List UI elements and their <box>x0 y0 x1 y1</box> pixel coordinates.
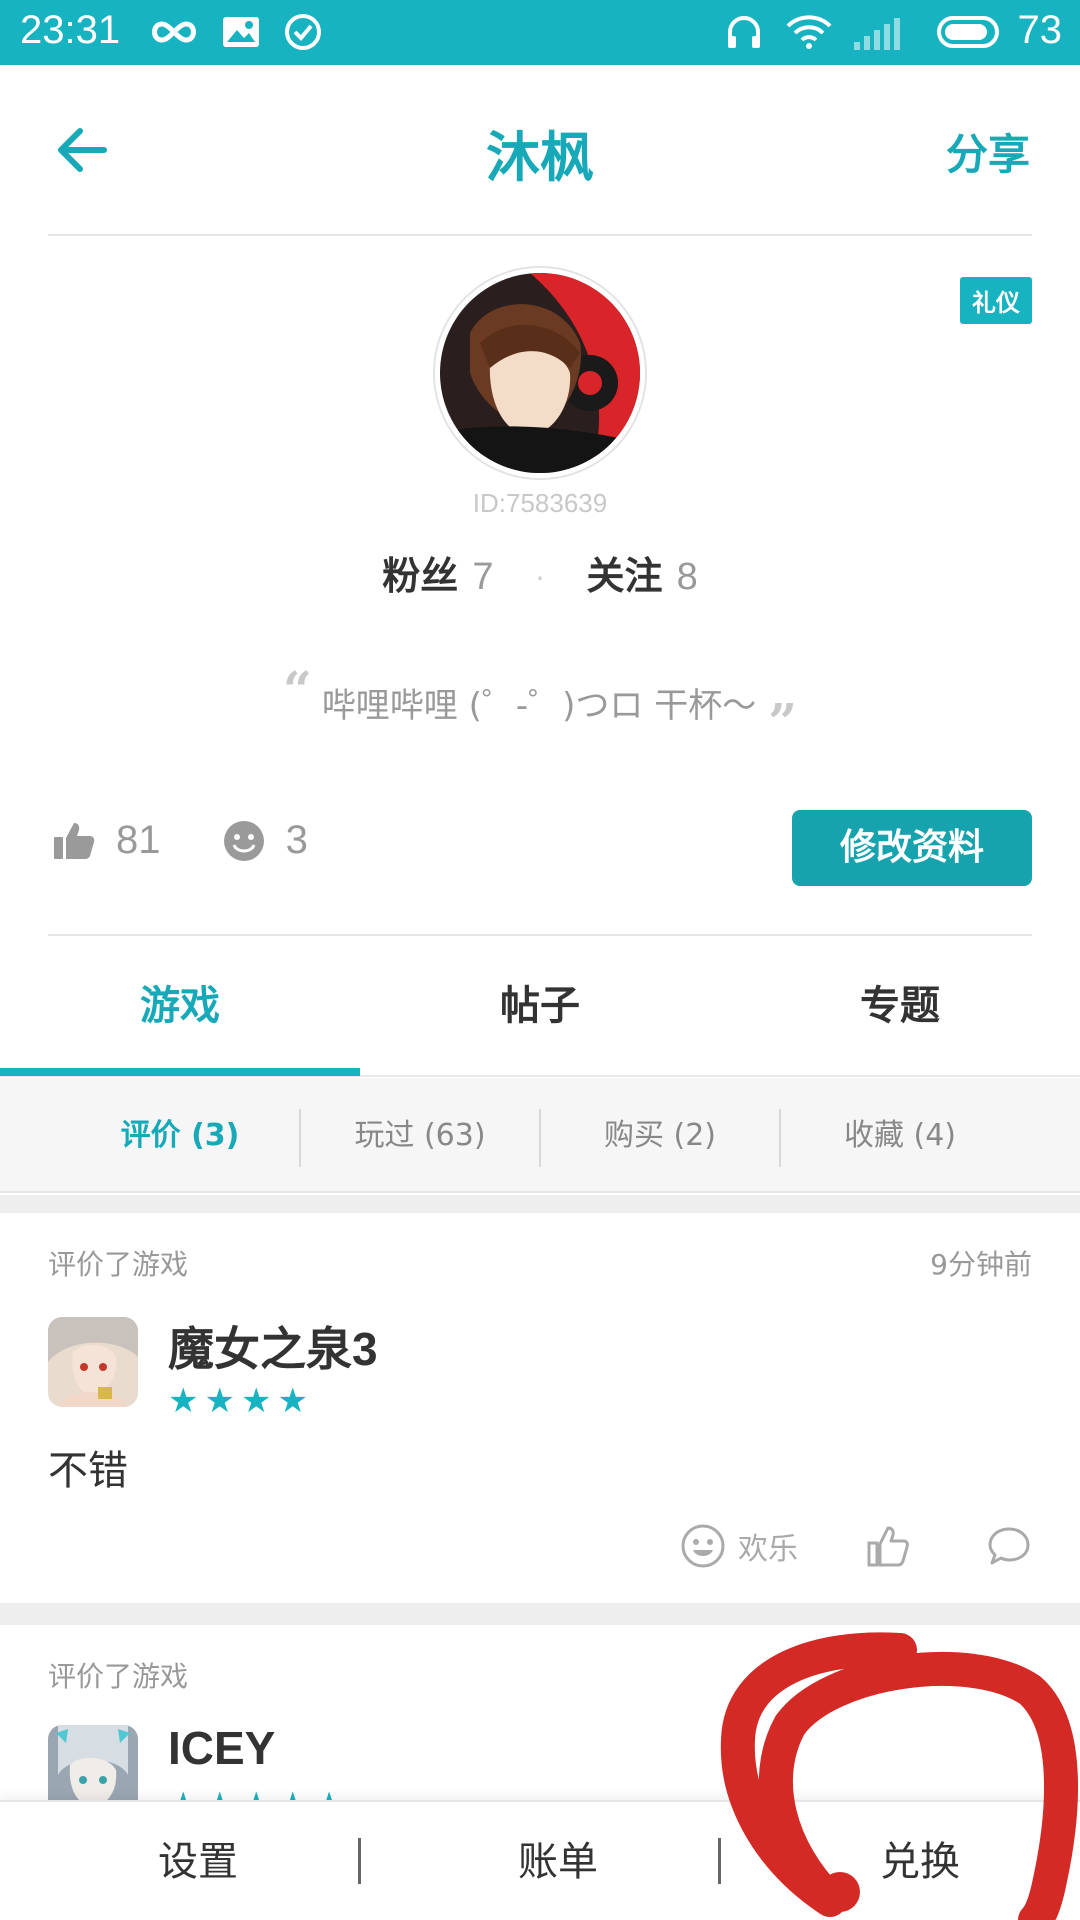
tab-games[interactable]: 游戏 <box>0 935 360 1077</box>
subtab-favorites[interactable]: 收藏 (4) <box>780 1078 1020 1193</box>
subtab-bought[interactable]: 购买 (2) <box>540 1078 780 1193</box>
fans-label: 粉丝 <box>382 554 459 598</box>
review-time: 9分钟前 <box>930 1248 1032 1281</box>
headphones-icon <box>728 16 760 48</box>
user-id: ID:7583639 <box>472 488 608 518</box>
avatar-image <box>440 273 640 473</box>
share-button[interactable]: 分享 <box>946 121 1030 182</box>
game-icon[interactable] <box>48 1317 138 1407</box>
tab-posts[interactable]: 帖子 <box>360 935 720 1077</box>
bottom-bar-divider <box>358 1838 361 1884</box>
mood-button[interactable]: 欢乐 <box>680 1523 798 1569</box>
image-icon <box>223 17 259 47</box>
subtab-reviews[interactable]: 评价 (3) <box>60 1078 300 1193</box>
bills-button[interactable]: 账单 <box>378 1802 738 1920</box>
close-quote-icon: ” <box>768 692 797 751</box>
smiles-stat: 3 <box>222 818 308 863</box>
review-comment: 不错 <box>48 1448 128 1494</box>
battery-level: 73 <box>1017 8 1063 52</box>
review-meta: 评价了游戏 <box>48 1248 189 1281</box>
smiley-icon <box>223 820 264 861</box>
fans-count: 7 <box>472 556 494 598</box>
following-count: 8 <box>676 556 698 598</box>
status-time: 23:31 <box>20 8 121 52</box>
likes-count: 81 <box>116 818 161 862</box>
redeem-button[interactable]: 兑换 <box>740 1802 1080 1920</box>
header-divider <box>48 234 1032 236</box>
separator-dot: · <box>535 562 545 595</box>
witch-spring-game-icon <box>48 1317 138 1407</box>
fans-link[interactable]: 粉丝 7 <box>382 554 493 598</box>
star-rating: ★★★★★ <box>168 1785 350 1800</box>
tab-topics[interactable]: 专题 <box>720 935 1080 1077</box>
review-meta: 评价了游戏 <box>48 1660 189 1693</box>
following-link[interactable]: 关注 8 <box>587 554 698 598</box>
star-rating: ★★★★ <box>168 1381 314 1421</box>
wifi-icon <box>786 15 832 49</box>
game-title[interactable]: ICEY <box>168 1721 275 1775</box>
battery-icon <box>937 16 999 48</box>
bottom-bar-divider <box>718 1838 721 1884</box>
comment-button[interactable] <box>986 1523 1032 1569</box>
etiquette-badge[interactable]: 礼仪 <box>960 277 1032 324</box>
game-icon[interactable] <box>48 1725 138 1800</box>
settings-button[interactable]: 设置 <box>18 1802 378 1920</box>
sub-tabs: 评价 (3) 玩过 (63) 购买 (2) 收藏 (4) <box>0 1078 1080 1193</box>
game-title[interactable]: 魔女之泉3 <box>168 1313 378 1379</box>
follow-stats: 粉丝 7 · 关注 8 <box>0 545 1080 600</box>
likes-stat: 81 <box>52 818 161 863</box>
main-tabs: 游戏 帖子 专题 <box>0 935 1080 1077</box>
smiles-count: 3 <box>285 818 308 862</box>
status-bar: 23:31 73 <box>0 0 1080 65</box>
open-quote-icon: “ <box>283 660 312 719</box>
thumbs-up-outline-icon <box>867 1526 909 1567</box>
bio-text: 哔哩哔哩 (゜-゜)つロ 干杯～ <box>321 686 757 726</box>
bio: “哔哩哔哩 (゜-゜)つロ 干杯～ ” <box>0 660 1080 751</box>
infinity-icon <box>152 21 196 43</box>
bottom-bar: 设置 账单 兑换 <box>0 1800 1080 1920</box>
tab-indicator <box>0 1068 360 1076</box>
mood-label: 欢乐 <box>738 1532 798 1567</box>
following-label: 关注 <box>586 554 663 598</box>
icey-game-icon <box>48 1725 138 1800</box>
subtab-played[interactable]: 玩过 (63) <box>300 1078 540 1193</box>
avatar[interactable] <box>435 268 645 478</box>
review-card[interactable]: 评价了游戏 ICEY ★★★★★ <box>0 1625 1080 1800</box>
header: 沐枫 分享 <box>0 65 1080 235</box>
review-card[interactable]: 评价了游戏 9分钟前 魔女之泉3 ★★★★ 不错 欢乐 <box>0 1213 1080 1603</box>
section-gap <box>0 1603 1080 1625</box>
smiley-outline-icon <box>681 1524 725 1568</box>
page-title: 沐枫 <box>486 126 594 189</box>
review-actions: 欢乐 <box>0 1523 1080 1583</box>
check-circle-icon <box>285 14 321 50</box>
edit-profile-button[interactable]: 修改资料 <box>792 810 1032 886</box>
like-button[interactable] <box>866 1523 910 1569</box>
section-gap <box>0 1195 1080 1213</box>
speech-bubble-icon <box>988 1527 1030 1565</box>
profile-stats: 81 3 <box>52 818 358 878</box>
signal-icon <box>854 18 900 50</box>
thumbs-up-icon <box>54 822 95 859</box>
